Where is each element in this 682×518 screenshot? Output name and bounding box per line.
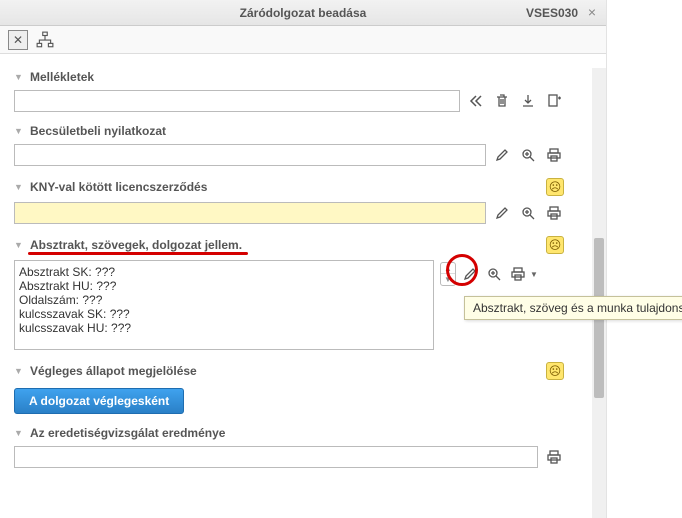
license-input[interactable] bbox=[14, 202, 486, 224]
stepper[interactable]: ▲ ▼ bbox=[440, 262, 456, 286]
app-window: Záródolgozat beadása VSES030 × ✕ ▼ Mellé… bbox=[0, 0, 606, 518]
zoom-icon[interactable] bbox=[484, 264, 504, 284]
sad-status-icon: ☹ bbox=[546, 178, 564, 196]
chevron-down-icon[interactable]: ▼ bbox=[441, 274, 455, 285]
right-gutter bbox=[606, 0, 682, 518]
collapse-icon[interactable]: ▼ bbox=[14, 428, 24, 438]
section-label: Mellékletek bbox=[30, 70, 94, 84]
section-final: ▼ Végleges állapot megjelölése ☹ A dolgo… bbox=[14, 360, 564, 414]
edit-icon[interactable] bbox=[492, 203, 512, 223]
chevron-up-icon[interactable]: ▲ bbox=[441, 263, 455, 274]
print-icon[interactable] bbox=[544, 203, 564, 223]
section-honor: ▼ Becsületbeli nyilatkozat bbox=[14, 122, 564, 166]
download-icon[interactable] bbox=[518, 91, 538, 111]
finalize-button[interactable]: A dolgozat véglegesként bbox=[14, 388, 184, 414]
sad-status-icon: ☹ bbox=[546, 236, 564, 254]
abstract-textarea[interactable] bbox=[14, 260, 434, 350]
window-close-button[interactable]: × bbox=[584, 5, 600, 21]
print-icon[interactable] bbox=[544, 447, 564, 467]
toolbar-close-button[interactable]: ✕ bbox=[8, 30, 28, 50]
section-abstract: ▼ Absztrakt, szövegek, dolgozat jellem. … bbox=[14, 234, 564, 350]
zoom-icon[interactable] bbox=[518, 203, 538, 223]
dropdown-caret-icon[interactable]: ▼ bbox=[530, 270, 538, 279]
attachments-input[interactable] bbox=[14, 90, 460, 112]
rewind-icon[interactable] bbox=[466, 91, 486, 111]
add-file-icon[interactable] bbox=[544, 91, 564, 111]
section-attachments: ▼ Mellékletek bbox=[14, 68, 564, 112]
toolbar: ✕ bbox=[0, 26, 606, 54]
sad-status-icon: ☹ bbox=[546, 362, 564, 380]
vertical-scrollbar[interactable] bbox=[592, 68, 606, 518]
print-icon[interactable] bbox=[544, 145, 564, 165]
section-label: KNY-val kötött licencszerződés bbox=[30, 180, 207, 194]
section-label: Végleges állapot megjelölése bbox=[30, 364, 197, 378]
collapse-icon[interactable]: ▼ bbox=[14, 366, 24, 376]
window-title: Záródolgozat beadása bbox=[240, 6, 367, 20]
collapse-icon[interactable]: ▼ bbox=[14, 126, 24, 136]
section-originality: ▼ Az eredetiségvizsgálat eredménye bbox=[14, 424, 564, 468]
window-code: VSES030 bbox=[526, 6, 578, 20]
section-label: Az eredetiségvizsgálat eredménye bbox=[30, 426, 225, 440]
trash-icon[interactable] bbox=[492, 91, 512, 111]
section-label: Absztrakt, szövegek, dolgozat jellem. bbox=[30, 238, 242, 252]
edit-abstract-button[interactable] bbox=[460, 264, 480, 284]
section-label: Becsületbeli nyilatkozat bbox=[30, 124, 166, 138]
edit-icon[interactable] bbox=[492, 145, 512, 165]
collapse-icon[interactable]: ▼ bbox=[14, 72, 24, 82]
section-license: ▼ KNY-val kötött licencszerződés ☹ bbox=[14, 176, 564, 224]
zoom-icon[interactable] bbox=[518, 145, 538, 165]
print-icon[interactable] bbox=[508, 264, 528, 284]
tooltip: Absztrakt, szöveg és a munka tulajdonság… bbox=[464, 296, 682, 320]
hierarchy-icon[interactable] bbox=[36, 31, 54, 49]
originality-input[interactable] bbox=[14, 446, 538, 468]
content-area: ▼ Mellékletek ▼ Becsületbeli nyilatkozat bbox=[0, 54, 606, 518]
collapse-icon[interactable]: ▼ bbox=[14, 240, 24, 250]
collapse-icon[interactable]: ▼ bbox=[14, 182, 24, 192]
honor-input[interactable] bbox=[14, 144, 486, 166]
titlebar: Záródolgozat beadása VSES030 × bbox=[0, 0, 606, 26]
